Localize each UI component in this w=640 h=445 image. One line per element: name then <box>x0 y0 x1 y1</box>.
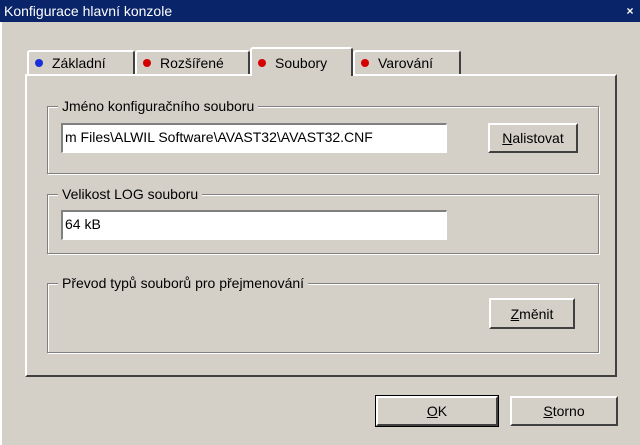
status-dot-icon <box>35 59 43 67</box>
tab-varovani[interactable]: Varování <box>353 50 461 74</box>
ok-button[interactable]: OK <box>375 395 499 427</box>
tab-panel-soubory: Jméno konfiguračního souboru m Files\ALW… <box>25 74 617 377</box>
tab-zakladni[interactable]: Základní <box>27 50 135 74</box>
change-button[interactable]: Změnit <box>489 298 575 329</box>
status-dot-icon <box>143 59 151 67</box>
window-edge <box>0 22 2 445</box>
status-dot-icon <box>258 58 266 67</box>
tab-label: Soubory <box>275 54 328 71</box>
log-size-group: Velikost LOG souboru 64 kB <box>47 186 599 254</box>
log-size-label: Velikost LOG souboru <box>58 186 203 202</box>
config-file-label: Jméno konfiguračního souboru <box>58 98 259 114</box>
ok-button-mnemonic: O <box>426 403 438 419</box>
cancel-button[interactable]: Storno <box>510 396 618 426</box>
log-size-input[interactable]: 64 kB <box>61 210 447 240</box>
tab-label: Varování <box>378 55 433 71</box>
tab-label: Základní <box>52 55 106 71</box>
status-dot-icon <box>361 59 369 67</box>
tab-soubory[interactable]: Soubory <box>250 47 353 76</box>
close-icon[interactable]: × <box>624 5 636 17</box>
browse-button[interactable]: Nalistovat <box>488 123 578 153</box>
tab-label: Rozšířené <box>160 55 224 71</box>
rename-group: Převod typů souborů pro přejmenování Změ… <box>47 275 599 353</box>
change-button-mnemonic: Z <box>510 305 520 322</box>
cancel-button-mnemonic: S <box>543 403 553 419</box>
rename-label: Převod typů souborů pro přejmenování <box>58 275 309 291</box>
title-bar: Konfigurace hlavní konzole × <box>0 0 640 22</box>
config-file-group: Jméno konfiguračního souboru m Files\ALW… <box>47 98 599 174</box>
config-file-input[interactable]: m Files\ALWIL Software\AVAST32\AVAST32.C… <box>61 123 447 153</box>
ok-button-label: K <box>437 403 448 419</box>
tab-rozsirene[interactable]: Rozšířené <box>135 50 250 74</box>
change-button-label: měnit <box>519 305 554 322</box>
cancel-button-label: torno <box>552 403 585 419</box>
browse-button-mnemonic: N <box>502 130 513 146</box>
window-title: Konfigurace hlavní konzole <box>4 3 173 19</box>
browse-button-label: alistovat <box>512 130 564 146</box>
